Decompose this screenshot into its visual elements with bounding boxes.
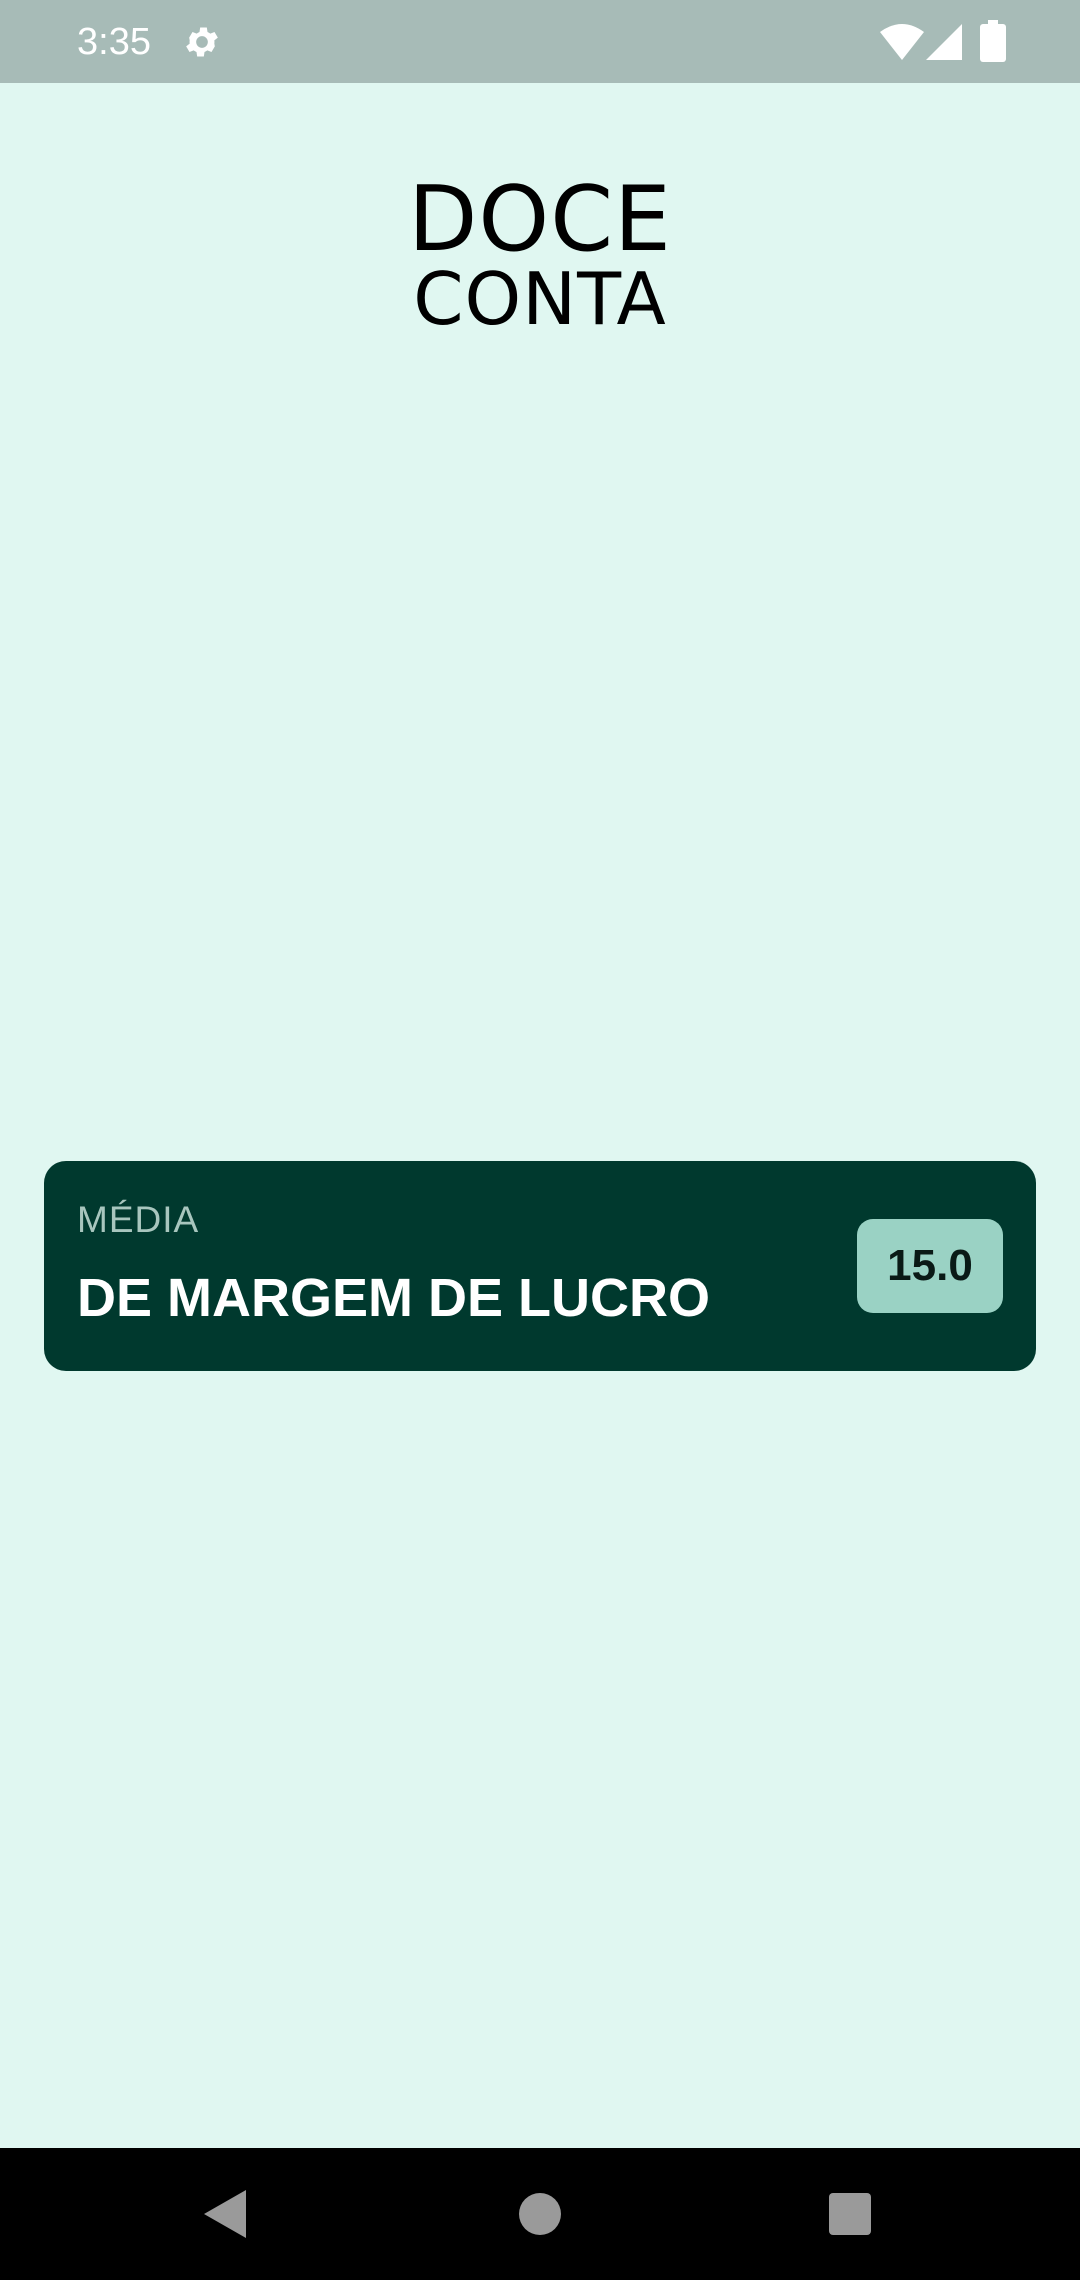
value-badge: 15.0 <box>857 1219 1003 1313</box>
signal-icon <box>926 24 962 60</box>
app-title: DOCE CONTA <box>0 167 1080 341</box>
card-label-small: MÉDIA <box>77 1199 200 1240</box>
app-title-line1: DOCE <box>408 167 672 272</box>
profit-margin-card: MÉDIA DE MARGEM DE LUCRO 15.0 <box>44 1161 1036 1371</box>
battery-icon <box>980 20 1006 62</box>
app-title-line2: CONTA <box>413 257 667 341</box>
gear-icon <box>186 27 218 57</box>
card-label-big: DE MARGEM DE LUCRO <box>77 1268 710 1328</box>
status-bar: 3:35 <box>0 0 1080 83</box>
home-icon[interactable] <box>519 2193 561 2235</box>
status-time: 3:35 <box>77 21 151 63</box>
recents-icon[interactable] <box>829 2193 871 2235</box>
wifi-icon <box>880 24 924 60</box>
back-icon[interactable] <box>204 2190 246 2238</box>
navigation-bar <box>0 2148 1080 2280</box>
